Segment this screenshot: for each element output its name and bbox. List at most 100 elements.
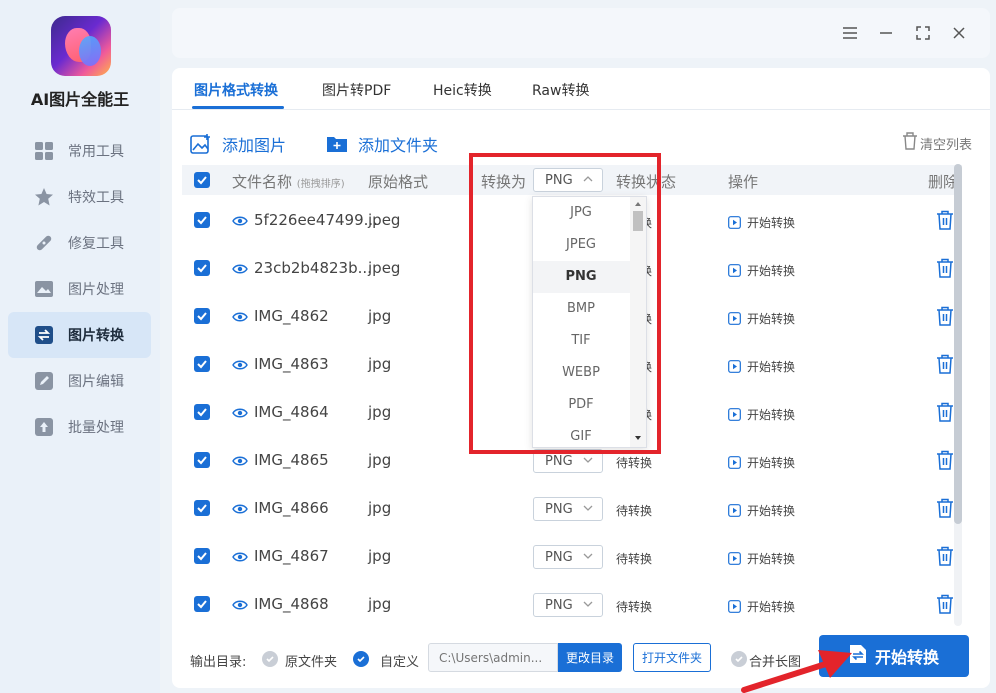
table-header: 文件名称 (拖拽排序) 原始格式 转换为 PNG 转换状态 操作 删除: [182, 165, 962, 195]
row-checkbox[interactable]: [194, 548, 210, 564]
row-checkbox[interactable]: [194, 308, 210, 324]
delete-icon[interactable]: [936, 546, 954, 566]
row-checkbox[interactable]: [194, 404, 210, 420]
sidebar-item-batch[interactable]: 批量处理: [8, 404, 151, 450]
start-convert-row-button[interactable]: 开始转换: [728, 550, 795, 567]
file-name: IMG_4864: [254, 403, 329, 421]
menu-icon[interactable]: [840, 23, 860, 43]
row-checkbox[interactable]: [194, 452, 210, 468]
add-image-button[interactable]: 添加图片: [190, 132, 286, 156]
sidebar-item-repair[interactable]: 修复工具: [8, 220, 151, 266]
target-format-select[interactable]: PNG: [533, 593, 603, 617]
target-format-select[interactable]: PNG: [533, 545, 603, 569]
delete-icon[interactable]: [936, 498, 954, 518]
original-format: jpg: [368, 595, 392, 613]
add-image-icon: [190, 133, 212, 155]
change-dir-button[interactable]: 更改目录: [558, 643, 622, 672]
start-convert-row-button[interactable]: 开始转换: [728, 310, 795, 327]
file-name: IMG_4862: [254, 307, 329, 325]
play-icon: [728, 552, 741, 565]
start-convert-row-button[interactable]: 开始转换: [728, 214, 795, 231]
add-folder-button[interactable]: 添加文件夹: [326, 132, 438, 156]
eye-icon[interactable]: [232, 599, 248, 611]
eye-icon[interactable]: [232, 503, 248, 515]
sidebar-item-label: 常用工具: [68, 144, 124, 160]
row-checkbox[interactable]: [194, 500, 210, 516]
upload-icon: [34, 417, 54, 437]
delete-icon[interactable]: [936, 594, 954, 614]
start-convert-row-button[interactable]: 开始转换: [728, 358, 795, 375]
sidebar-item-common-tools[interactable]: 常用工具: [8, 128, 151, 174]
start-convert-row-button[interactable]: 开始转换: [728, 502, 795, 519]
sidebar-item-image-convert[interactable]: 图片转换: [8, 312, 151, 358]
chevron-up-icon: [583, 176, 593, 182]
delete-icon[interactable]: [936, 354, 954, 374]
sidebar-item-image-processing[interactable]: 图片处理: [8, 266, 151, 312]
action-label: 开始转换: [747, 408, 796, 422]
chevron-down-icon: [583, 457, 593, 463]
delete-icon[interactable]: [936, 402, 954, 422]
clear-list-button[interactable]: 清空列表: [902, 132, 972, 154]
start-convert-row-button[interactable]: 开始转换: [728, 598, 795, 615]
tab-heic-convert[interactable]: Heic转换: [433, 80, 492, 100]
delete-icon[interactable]: [936, 450, 954, 470]
file-name: 23cb2b4823b...: [254, 259, 372, 277]
original-folder-label: 原文件夹: [285, 655, 338, 670]
close-icon[interactable]: [949, 23, 969, 43]
row-checkbox[interactable]: [194, 212, 210, 228]
merge-long-image-label: 合并长图: [749, 655, 802, 670]
eye-icon[interactable]: [232, 215, 248, 227]
header-original-format: 原始格式: [368, 173, 429, 191]
target-format-select[interactable]: PNG: [533, 497, 603, 521]
eye-icon[interactable]: [232, 311, 248, 323]
fullscreen-icon[interactable]: [913, 23, 933, 43]
sidebar-item-effects[interactable]: 特效工具: [8, 174, 151, 220]
convert-status: 待转换: [616, 600, 653, 614]
open-folder-button[interactable]: 打开文件夹: [633, 643, 711, 672]
select-all-checkbox[interactable]: [194, 172, 210, 188]
start-convert-button[interactable]: 开始转换: [819, 635, 969, 677]
scroll-up-arrow-icon[interactable]: [630, 199, 646, 209]
target-format-value: PNG: [545, 501, 573, 517]
sidebar-item-image-edit[interactable]: 图片编辑: [8, 358, 151, 404]
convert-status: 待转换: [616, 504, 653, 518]
bandage-icon: [34, 233, 54, 253]
delete-icon[interactable]: [936, 306, 954, 326]
start-convert-row-button[interactable]: 开始转换: [728, 406, 795, 423]
delete-icon[interactable]: [936, 258, 954, 278]
tab-image-format-convert[interactable]: 图片格式转换: [194, 80, 278, 100]
output-path-input[interactable]: [428, 643, 558, 672]
tab-active-indicator: [192, 106, 284, 109]
app-logo: [51, 16, 111, 76]
start-convert-row-button[interactable]: 开始转换: [728, 262, 795, 279]
action-label: 开始转换: [747, 360, 796, 374]
custom-folder-radio[interactable]: [353, 651, 369, 667]
dropdown-scrollbar[interactable]: [630, 197, 646, 447]
tab-raw-convert[interactable]: Raw转换: [532, 80, 589, 100]
original-format: jpeg: [368, 259, 401, 277]
convert-to-all-select[interactable]: PNG: [533, 168, 603, 192]
eye-icon[interactable]: [232, 551, 248, 563]
convert-to-all-value: PNG: [545, 172, 573, 188]
minimize-icon[interactable]: [876, 23, 896, 43]
row-checkbox[interactable]: [194, 356, 210, 372]
merge-long-image-checkbox[interactable]: [731, 651, 747, 667]
eye-icon[interactable]: [232, 263, 248, 275]
row-checkbox[interactable]: [194, 260, 210, 276]
play-icon: [728, 504, 741, 517]
dropdown-scrollbar-thumb[interactable]: [633, 211, 643, 231]
original-folder-radio[interactable]: [262, 651, 278, 667]
eye-icon[interactable]: [232, 407, 248, 419]
scroll-down-arrow-icon[interactable]: [630, 433, 646, 443]
clear-list-label: 清空列表: [919, 137, 972, 153]
original-format: jpg: [368, 307, 392, 325]
eye-icon[interactable]: [232, 359, 248, 371]
eye-icon[interactable]: [232, 455, 248, 467]
convert-status: 待转换: [616, 456, 653, 470]
row-checkbox[interactable]: [194, 596, 210, 612]
start-convert-row-button[interactable]: 开始转换: [728, 454, 795, 471]
tab-image-to-pdf[interactable]: 图片转PDF: [322, 80, 391, 100]
format-dropdown[interactable]: JPG JPEG PNG BMP TIF WEBP PDF GIF: [532, 196, 647, 448]
delete-icon[interactable]: [936, 210, 954, 230]
target-format-select[interactable]: PNG: [533, 449, 603, 473]
